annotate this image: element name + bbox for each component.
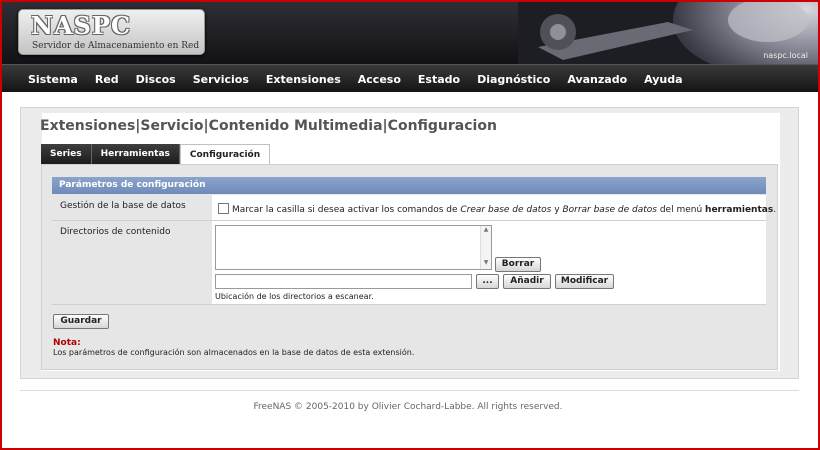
header-banner: NASPC Servidor de Almacenamiento en Red … [2,2,818,64]
scroll-up-icon[interactable]: ▲ [481,226,491,233]
breadcrumb-contenido[interactable]: Contenido Multimedia [209,118,383,134]
tab-configuracion[interactable]: Configuración [179,144,271,164]
nav-item-avanzado[interactable]: Avanzado [567,73,627,86]
db-management-label: Gestión de la base de datos [60,201,186,211]
nav-item-extensiones[interactable]: Extensiones [266,73,341,86]
nav-item-servicios[interactable]: Servicios [193,73,249,86]
nav-item-sistema[interactable]: Sistema [28,73,78,86]
tab-bar: Series Herramientas Configuración [41,144,271,164]
list-scrollbar[interactable]: ▲ ▼ [480,226,491,269]
nav-item-diagnostico[interactable]: Diagnóstico [477,73,550,86]
main-nav: Sistema Red Discos Servicios Extensiones Acce… [2,64,818,92]
note-text: Los parámetros de configuración son alma… [53,348,415,357]
logo-subtitle: Servidor de Almacenamiento en Red [32,41,200,51]
row-divider [52,304,766,305]
db-commands-checkbox[interactable] [218,203,229,214]
add-dir-button[interactable]: Añadir [503,274,551,289]
nav-item-acceso[interactable]: Acceso [358,73,401,86]
content-dirs-list[interactable]: ▲ ▼ [215,225,492,270]
tab-series[interactable]: Series [41,144,92,164]
scroll-down-icon[interactable]: ▼ [481,259,491,266]
save-button[interactable]: Guardar [53,314,109,329]
nav-item-red[interactable]: Red [95,73,119,86]
section-header: Parámetros de configuración [52,177,766,194]
browse-button[interactable]: ... [476,274,499,289]
nav-item-discos[interactable]: Discos [136,73,176,86]
nav-item-estado[interactable]: Estado [418,73,460,86]
dir-hint: Ubicación de los directorios a escanear. [215,292,374,301]
logo: NASPC Servidor de Almacenamiento en Red [18,9,205,55]
delete-dir-button[interactable]: Borrar [495,257,541,272]
db-commands-description: Marcar la casilla si desea activar los c… [232,205,777,215]
hostname: naspc.local [763,51,808,60]
dir-path-input[interactable] [215,274,472,289]
note-label: Nota: [53,338,81,348]
nav-item-ayuda[interactable]: Ayuda [644,73,682,86]
logo-title: NASPC [31,11,132,40]
breadcrumb-configuracion: Configuracion [387,118,497,134]
footer-copyright: FreeNAS © 2005-2010 by Olivier Cochard-L… [253,402,563,412]
modify-dir-button[interactable]: Modificar [555,274,614,289]
page-title: Extensiones|Servicio|Contenido Multimedi… [40,118,497,134]
breadcrumb-extensiones[interactable]: Extensiones [40,118,135,134]
tab-herramientas[interactable]: Herramientas [91,144,180,164]
content-dirs-label: Directorios de contenido [60,227,171,237]
footer-divider [20,390,799,391]
breadcrumb-servicio[interactable]: Servicio [140,118,203,134]
